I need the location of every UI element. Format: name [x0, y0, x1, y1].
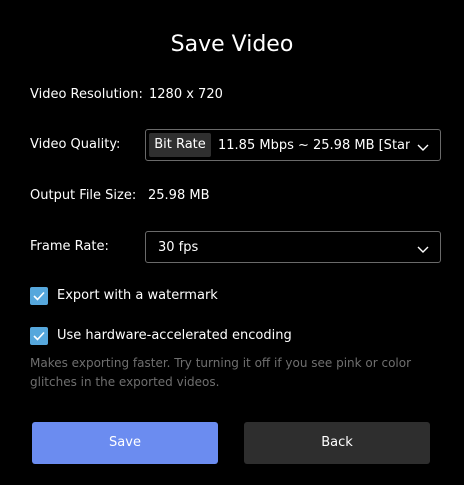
video-resolution-value: 1280 x 720	[149, 87, 223, 102]
dialog-title: Save Video	[170, 32, 294, 57]
video-quality-selected: 11.85 Mbps ~ 25.98 MB [Standard]	[218, 138, 410, 153]
hardware-encoding-hint: Makes exporting faster. Try turning it o…	[30, 356, 412, 389]
video-quality-dropdown[interactable]: Bit Rate 11.85 Mbps ~ 25.98 MB [Standard…	[145, 129, 441, 161]
checkmark-icon	[33, 291, 45, 301]
frame-rate-dropdown[interactable]: 30 fps	[145, 231, 441, 263]
frame-rate-label: Frame Rate:	[30, 239, 109, 254]
save-button[interactable]: Save	[32, 422, 218, 464]
chevron-down-icon	[416, 241, 430, 255]
hardware-encoding-checkbox[interactable]	[30, 327, 48, 345]
watermark-checkbox-label[interactable]: Export with a watermark	[57, 287, 218, 305]
save-video-dialog: Save Video Video Resolution: 1280 x 720 …	[0, 0, 464, 485]
output-file-size-label: Output File Size:	[30, 188, 137, 203]
bit-rate-mode-tab[interactable]: Bit Rate	[149, 133, 211, 157]
back-button[interactable]: Back	[244, 422, 430, 464]
output-file-size-value: 25.98 MB	[148, 188, 210, 203]
chevron-down-icon	[416, 139, 430, 153]
checkmark-icon	[33, 331, 45, 341]
video-resolution-label: Video Resolution:	[30, 87, 143, 102]
hardware-encoding-checkbox-label[interactable]: Use hardware-accelerated encoding	[57, 327, 292, 345]
watermark-checkbox[interactable]	[30, 287, 48, 305]
frame-rate-selected: 30 fps	[158, 240, 199, 255]
video-quality-label: Video Quality:	[30, 137, 121, 152]
